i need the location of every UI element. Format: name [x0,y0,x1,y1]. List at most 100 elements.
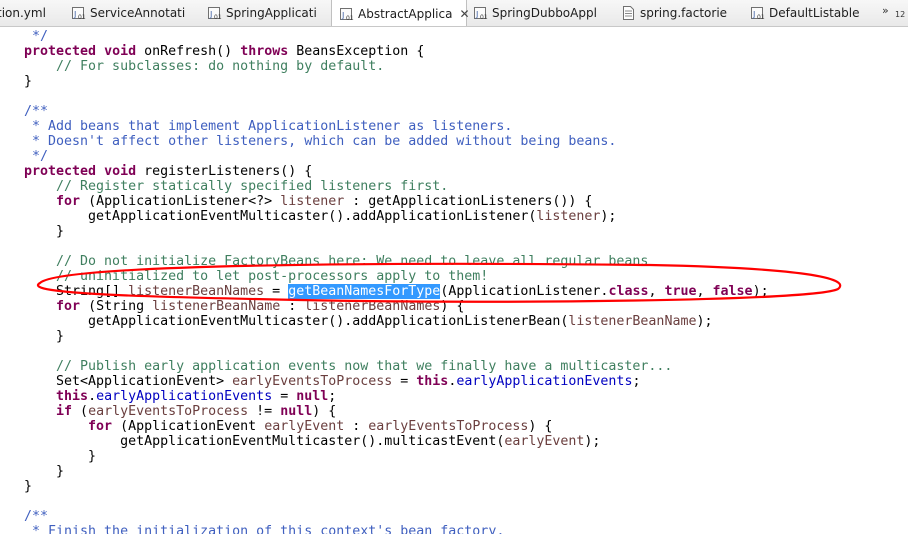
tab-tion-yml[interactable]: tion.yml [0,0,46,26]
code-line[interactable]: for (ApplicationEvent earlyEvent : early… [24,419,552,434]
code-token: protected [24,44,97,59]
code-line[interactable]: for (ApplicationListener<?> listener : g… [24,194,592,209]
java-class-icon: J 01 [472,5,488,21]
code-token: throws [240,44,289,59]
code-line[interactable]: } [24,449,96,464]
code-token: // Register statically specified listene… [24,179,449,194]
code-editor[interactable]: */protected void onRefresh() throws Bean… [0,27,908,534]
svg-text:01: 01 [214,14,222,21]
code-line[interactable]: // uninitialized to let post-processors … [24,269,488,284]
code-line[interactable]: protected void onRefresh() throws BeansE… [24,44,424,59]
java-class-icon: J 01 [206,5,222,21]
code-token: String[] [24,284,129,299]
code-line[interactable]: } [24,74,32,89]
tab-springdubboappl[interactable]: J 01 SpringDubboAppl [472,0,597,26]
code-token: ; [328,389,337,404]
editor-tab-bar: tion.yml J 01 ServiceAnnotati J 01 SpringA… [0,0,908,27]
code-token: earlyApplicationEvents [456,374,633,389]
code-line[interactable]: // Register statically specified listene… [24,179,448,194]
code-line[interactable]: if (earlyEventsToProcess != null) { [24,404,336,419]
code-token: (ApplicationListener<?> [80,194,281,209]
code-token: getApplicationEventMulticaster().addAppl… [24,209,537,224]
code-token: , [696,284,713,299]
code-token: void [104,164,137,179]
code-token: (ApplicationListener. [440,284,609,299]
code-line[interactable]: getApplicationEventMulticaster().multica… [24,434,600,449]
code-token: ); [752,284,769,299]
code-token: * Doesn't affect other listeners, which … [24,134,617,149]
tab-label: spring.factorie [640,6,728,20]
code-line[interactable]: } [24,464,64,479]
code-token: } [24,329,65,344]
code-token: listener [280,194,345,209]
code-token: ) { [440,299,465,314]
code-token: getApplicationEventMulticaster().multica… [24,434,505,449]
code-token: } [24,479,33,494]
code-line[interactable]: getApplicationEventMulticaster().addAppl… [24,314,712,329]
code-token: /** [24,104,49,119]
tab-label: tion.yml [0,6,46,20]
code-token: this [416,374,449,389]
code-token: listenerBeanNames [304,299,441,314]
code-token: listener [536,209,601,224]
code-line[interactable]: Set<ApplicationEvent> earlyEventsToProce… [24,374,640,389]
close-icon[interactable]: ✕ [459,7,469,21]
code-token: ( [72,404,89,419]
code-token: != [248,404,281,419]
code-token: Set<ApplicationEvent> [24,374,233,389]
code-line[interactable]: * Add beans that implement ApplicationLi… [24,119,512,134]
code-line[interactable]: */ [24,149,48,164]
code-line[interactable]: /** [24,104,48,119]
code-line[interactable]: String[] listenerBeanNames = getBeanName… [24,284,769,299]
java-class-icon: J 01 [338,6,354,22]
code-token: earlyEventsToProcess [88,404,249,419]
code-line[interactable]: } [24,329,64,344]
tab-label: ServiceAnnotati [90,6,186,20]
code-token: } [24,464,65,479]
code-line[interactable]: // For subclasses: do nothing by default… [24,59,384,74]
code-token: earlyEventsToProcess [368,419,529,434]
code-line[interactable]: /** [24,509,48,524]
code-line[interactable]: } [24,479,32,494]
code-token: } [24,449,97,464]
svg-text:01: 01 [346,15,354,22]
code-line[interactable]: // Do not initialize FactoryBeans here: … [24,254,648,269]
code-token: for [88,419,113,434]
code-line[interactable]: // Publish early application events now … [24,359,672,374]
svg-text:J: J [341,11,344,20]
code-token: null [280,404,313,419]
tab-springapplicati[interactable]: J 01 SpringApplicati [206,0,317,26]
code-token: (ApplicationEvent [112,419,265,434]
code-token: class [608,284,649,299]
code-token: onRefresh() [136,44,241,59]
code-line[interactable]: getApplicationEventMulticaster().addAppl… [24,209,616,224]
code-line[interactable]: } [24,224,64,239]
code-token: } [24,74,33,89]
code-line[interactable]: */ [24,29,48,44]
code-token: listenerBeanName [152,299,281,314]
code-line[interactable]: this.earlyApplicationEvents = null; [24,389,336,404]
tab-label: SpringApplicati [226,6,317,20]
code-line[interactable]: * Doesn't affect other listeners, which … [24,134,616,149]
hidden-tabs-count: 12 [895,10,906,19]
tab-serviceannotati[interactable]: J 01 ServiceAnnotati [70,0,185,26]
code-token: } [24,224,65,239]
code-token: earlyApplicationEvents [96,389,273,404]
code-token: listenerBeanNames [128,284,265,299]
code-token: * Finish the initialization of this cont… [24,524,505,534]
tab-defaultlistable[interactable]: J 01 DefaultListable [749,0,860,26]
code-token: : getApplicationListeners()) { [344,194,593,209]
code-line[interactable]: for (String listenerBeanName : listenerB… [24,299,464,314]
code-line[interactable]: * Finish the initialization of this cont… [24,524,504,534]
chevron-overflow-icon[interactable]: » [882,4,889,17]
code-token: for [56,299,81,314]
code-line[interactable]: protected void registerListeners() { [24,164,312,179]
code-token: = [392,374,417,389]
svg-text:01: 01 [757,14,765,21]
tab-spring-factorie[interactable]: spring.factorie [620,0,727,26]
tab-abstractapplica[interactable]: J 01 AbstractApplica ✕ [331,0,470,26]
